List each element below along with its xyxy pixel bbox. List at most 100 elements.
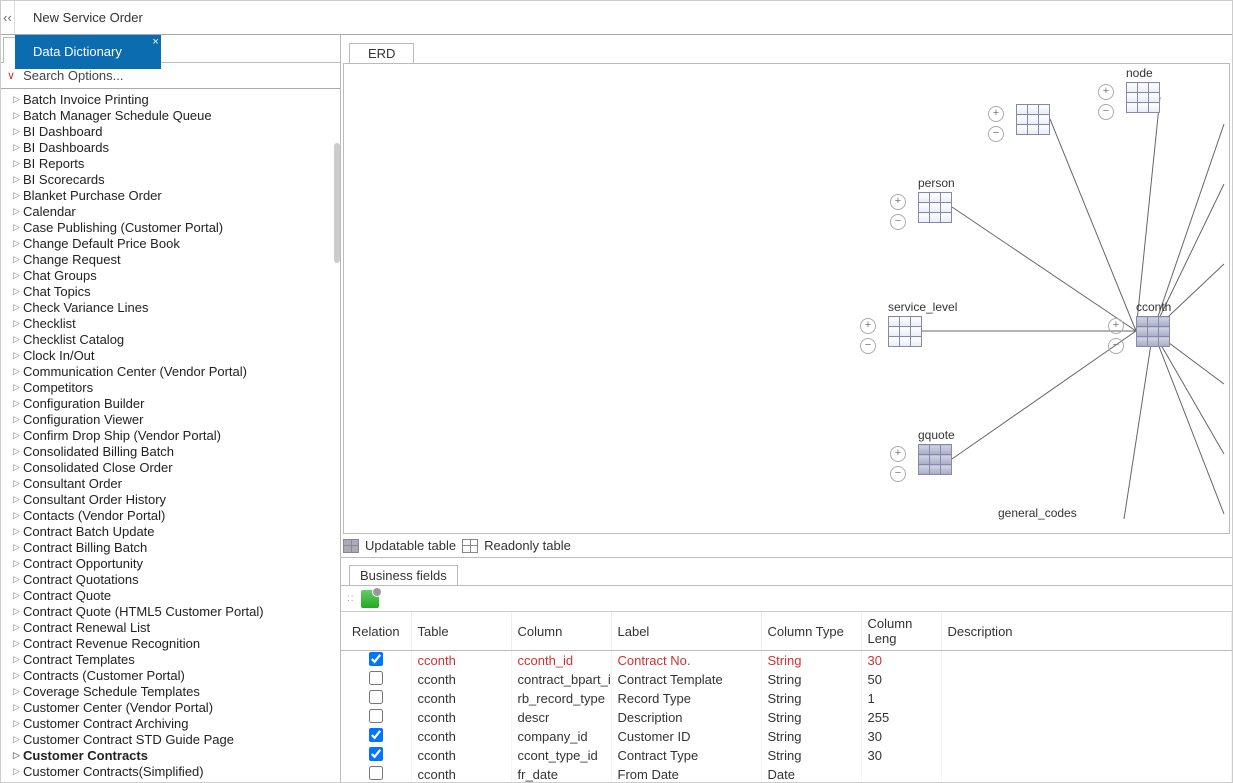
- tree-expand-icon[interactable]: ▷: [13, 638, 23, 649]
- tree-item[interactable]: ▷Contract Revenue Recognition: [5, 635, 336, 651]
- tree-item[interactable]: ▷Confirm Drop Ship (Vendor Portal): [5, 427, 336, 443]
- tree-item[interactable]: ▷Consultant Order History: [5, 491, 336, 507]
- erd-node-unnamed[interactable]: +−: [1016, 104, 1050, 135]
- tree-item[interactable]: ▷Coverage Schedule Templates: [5, 683, 336, 699]
- top-tab-2[interactable]: Data Dictionary×: [15, 35, 161, 69]
- tree-item[interactable]: ▷Customer Contract Archiving: [5, 715, 336, 731]
- tree-expand-icon[interactable]: ▷: [13, 510, 23, 521]
- tree-expand-icon[interactable]: ▷: [13, 734, 23, 745]
- tree-item[interactable]: ▷Contract Renewal List: [5, 619, 336, 635]
- tree-expand-icon[interactable]: ▷: [13, 446, 23, 457]
- tree-item[interactable]: ▷Contacts (Vendor Portal): [5, 507, 336, 523]
- tree-item[interactable]: ▷Communication Center (Vendor Portal): [5, 363, 336, 379]
- tree-expand-icon[interactable]: ▷: [13, 606, 23, 617]
- tree-item[interactable]: ▷Configuration Viewer: [5, 411, 336, 427]
- relation-checkbox[interactable]: [369, 652, 383, 666]
- tree-expand-icon[interactable]: ▷: [13, 750, 23, 761]
- tree-expand-icon[interactable]: ▷: [13, 222, 23, 233]
- tree-item[interactable]: ▷Chat Topics: [5, 283, 336, 299]
- tree-item[interactable]: ▷Contract Batch Update: [5, 523, 336, 539]
- tree-expand-icon[interactable]: ▷: [13, 126, 23, 137]
- tree-item[interactable]: ▷Customer Contract STD Guide Page: [5, 731, 336, 747]
- erd-node-cconth[interactable]: cconth+−: [1136, 316, 1170, 347]
- erd-collapse-button[interactable]: −: [1108, 338, 1124, 354]
- tree-expand-icon[interactable]: ▷: [13, 654, 23, 665]
- tree-expand-icon[interactable]: ▷: [13, 302, 23, 313]
- tree-expand-icon[interactable]: ▷: [13, 254, 23, 265]
- column-header[interactable]: Table: [411, 612, 511, 651]
- tree-item[interactable]: ▷Contract Quote (HTML5 Customer Portal): [5, 603, 336, 619]
- tree-item[interactable]: ▷Consolidated Close Order: [5, 459, 336, 475]
- table-row[interactable]: cconthcompany_idCustomer IDString30: [341, 727, 1232, 746]
- erd-expand-button[interactable]: +: [1108, 318, 1124, 334]
- tree-expand-icon[interactable]: ▷: [13, 366, 23, 377]
- tree-expand-icon[interactable]: ▷: [13, 382, 23, 393]
- tree-item[interactable]: ▷Checklist: [5, 315, 336, 331]
- tree-expand-icon[interactable]: ▷: [13, 526, 23, 537]
- tree-item[interactable]: ▷Case Publishing (Customer Portal): [5, 219, 336, 235]
- tree-item[interactable]: ▷Customer Contracts(Simplified): [5, 763, 336, 779]
- grid-wrap[interactable]: RelationTableColumnLabelColumn TypeColum…: [341, 612, 1232, 782]
- erd-canvas[interactable]: cconth+−node+−+−person+−service_level+−g…: [343, 63, 1230, 534]
- tree-item[interactable]: ▷Contract Billing Batch: [5, 539, 336, 555]
- tree-expand-icon[interactable]: ▷: [13, 238, 23, 249]
- erd-node-gquote[interactable]: gquote+−: [918, 444, 952, 475]
- prev-tabs-button[interactable]: ‹‹: [1, 1, 15, 34]
- column-header[interactable]: Label: [611, 612, 761, 651]
- table-row[interactable]: cconthcontract_bpart_idContract Template…: [341, 670, 1232, 689]
- tree-item[interactable]: ▷Check Variance Lines: [5, 299, 336, 315]
- erd-node-service_level[interactable]: service_level+−: [888, 316, 922, 347]
- erd-node-node[interactable]: node+−: [1126, 82, 1160, 113]
- tree-expand-icon[interactable]: ▷: [13, 478, 23, 489]
- close-tab-icon[interactable]: ×: [152, 37, 158, 48]
- tree-expand-icon[interactable]: ▷: [13, 702, 23, 713]
- tree-item[interactable]: ▷Customer Contracts: [5, 747, 336, 763]
- tree-expand-icon[interactable]: ▷: [13, 110, 23, 121]
- business-fields-tab[interactable]: Business fields: [349, 565, 458, 586]
- module-tree[interactable]: ▷Batch Invoice Printing▷Batch Manager Sc…: [1, 89, 340, 782]
- export-excel-button[interactable]: [361, 590, 379, 608]
- tree-expand-icon[interactable]: ▷: [13, 398, 23, 409]
- relation-checkbox[interactable]: [369, 766, 383, 780]
- tree-item[interactable]: ▷Contract Templates: [5, 651, 336, 667]
- tree-expand-icon[interactable]: ▷: [13, 590, 23, 601]
- tree-item[interactable]: ▷Contracts (Customer Portal): [5, 667, 336, 683]
- tree-expand-icon[interactable]: ▷: [13, 142, 23, 153]
- tree-expand-icon[interactable]: ▷: [13, 766, 23, 777]
- column-header[interactable]: Relation: [341, 612, 411, 651]
- erd-tab[interactable]: ERD: [349, 43, 414, 64]
- tree-expand-icon[interactable]: ▷: [13, 174, 23, 185]
- tree-item[interactable]: ▷BI Reports: [5, 155, 336, 171]
- business-fields-grid[interactable]: RelationTableColumnLabelColumn TypeColum…: [341, 612, 1232, 782]
- tree-expand-icon[interactable]: ▷: [13, 686, 23, 697]
- top-tab-1[interactable]: New Service Order: [15, 1, 161, 35]
- tree-expand-icon[interactable]: ▷: [13, 206, 23, 217]
- tree-expand-icon[interactable]: ▷: [13, 334, 23, 345]
- tree-expand-icon[interactable]: ▷: [13, 270, 23, 281]
- table-row[interactable]: cconthdescrDescriptionString255: [341, 708, 1232, 727]
- tree-expand-icon[interactable]: ▷: [13, 574, 23, 585]
- erd-expand-button[interactable]: +: [1098, 84, 1114, 100]
- erd-collapse-button[interactable]: −: [988, 126, 1004, 142]
- tree-item[interactable]: ▷Checklist Catalog: [5, 331, 336, 347]
- column-header[interactable]: Description: [941, 612, 1232, 651]
- tree-item[interactable]: ▷Batch Invoice Printing: [5, 91, 336, 107]
- relation-checkbox[interactable]: [369, 709, 383, 723]
- erd-expand-button[interactable]: +: [890, 194, 906, 210]
- tree-expand-icon[interactable]: ▷: [13, 718, 23, 729]
- tree-expand-icon[interactable]: ▷: [13, 782, 23, 783]
- tree-item[interactable]: ▷Blanket Purchase Order: [5, 187, 336, 203]
- tree-expand-icon[interactable]: ▷: [13, 286, 23, 297]
- tree-item[interactable]: ▷Change Default Price Book: [5, 235, 336, 251]
- tree-item[interactable]: ▷Consolidated Billing Batch: [5, 443, 336, 459]
- table-row[interactable]: cconthfr_dateFrom DateDate: [341, 765, 1232, 782]
- tree-item[interactable]: ▷Customer Credit Notes: [5, 779, 336, 782]
- tree-item[interactable]: ▷Contract Quote: [5, 587, 336, 603]
- tree-expand-icon[interactable]: ▷: [13, 622, 23, 633]
- erd-node-person[interactable]: person+−: [918, 192, 952, 223]
- tree-expand-icon[interactable]: ▷: [13, 670, 23, 681]
- tree-item[interactable]: ▷BI Dashboard: [5, 123, 336, 139]
- relation-checkbox[interactable]: [369, 747, 383, 761]
- tree-expand-icon[interactable]: ▷: [13, 350, 23, 361]
- tree-expand-icon[interactable]: ▷: [13, 462, 23, 473]
